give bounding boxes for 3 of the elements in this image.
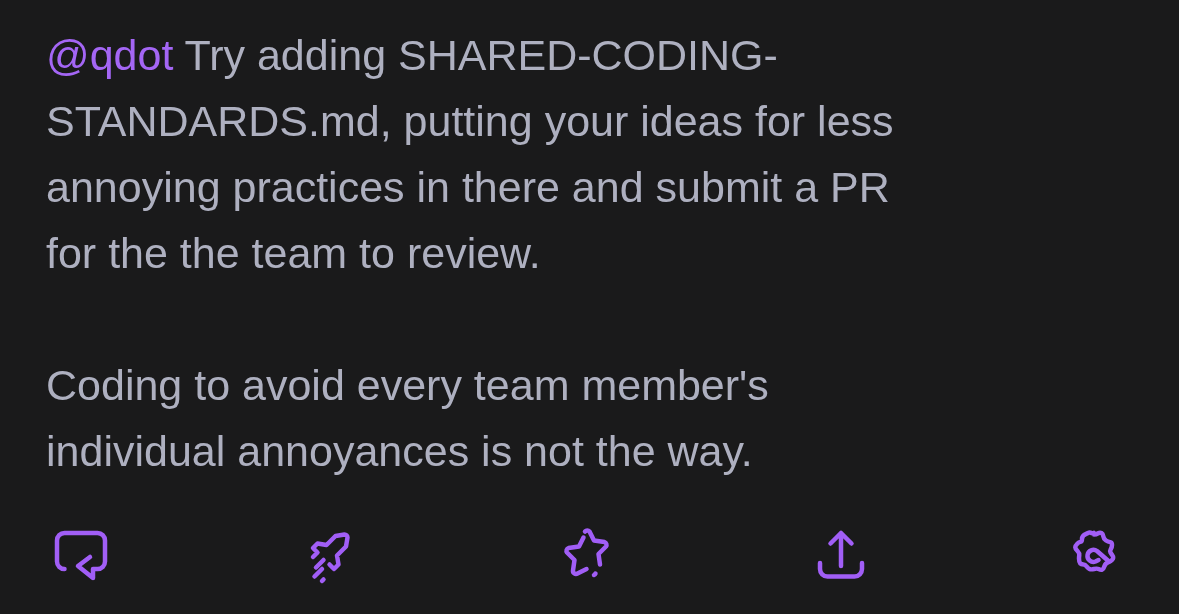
post-text: @qdot Try adding SHARED-CODING- STANDARDS.md, putting your ideas for less annoying practices in there and submit a PR for the the team to review.: [46, 30, 895, 279]
mention-link[interactable]: @qdot: [46, 31, 174, 79]
post-text: Coding to avoid every team member's individual annoyances is not the way.: [46, 360, 770, 477]
